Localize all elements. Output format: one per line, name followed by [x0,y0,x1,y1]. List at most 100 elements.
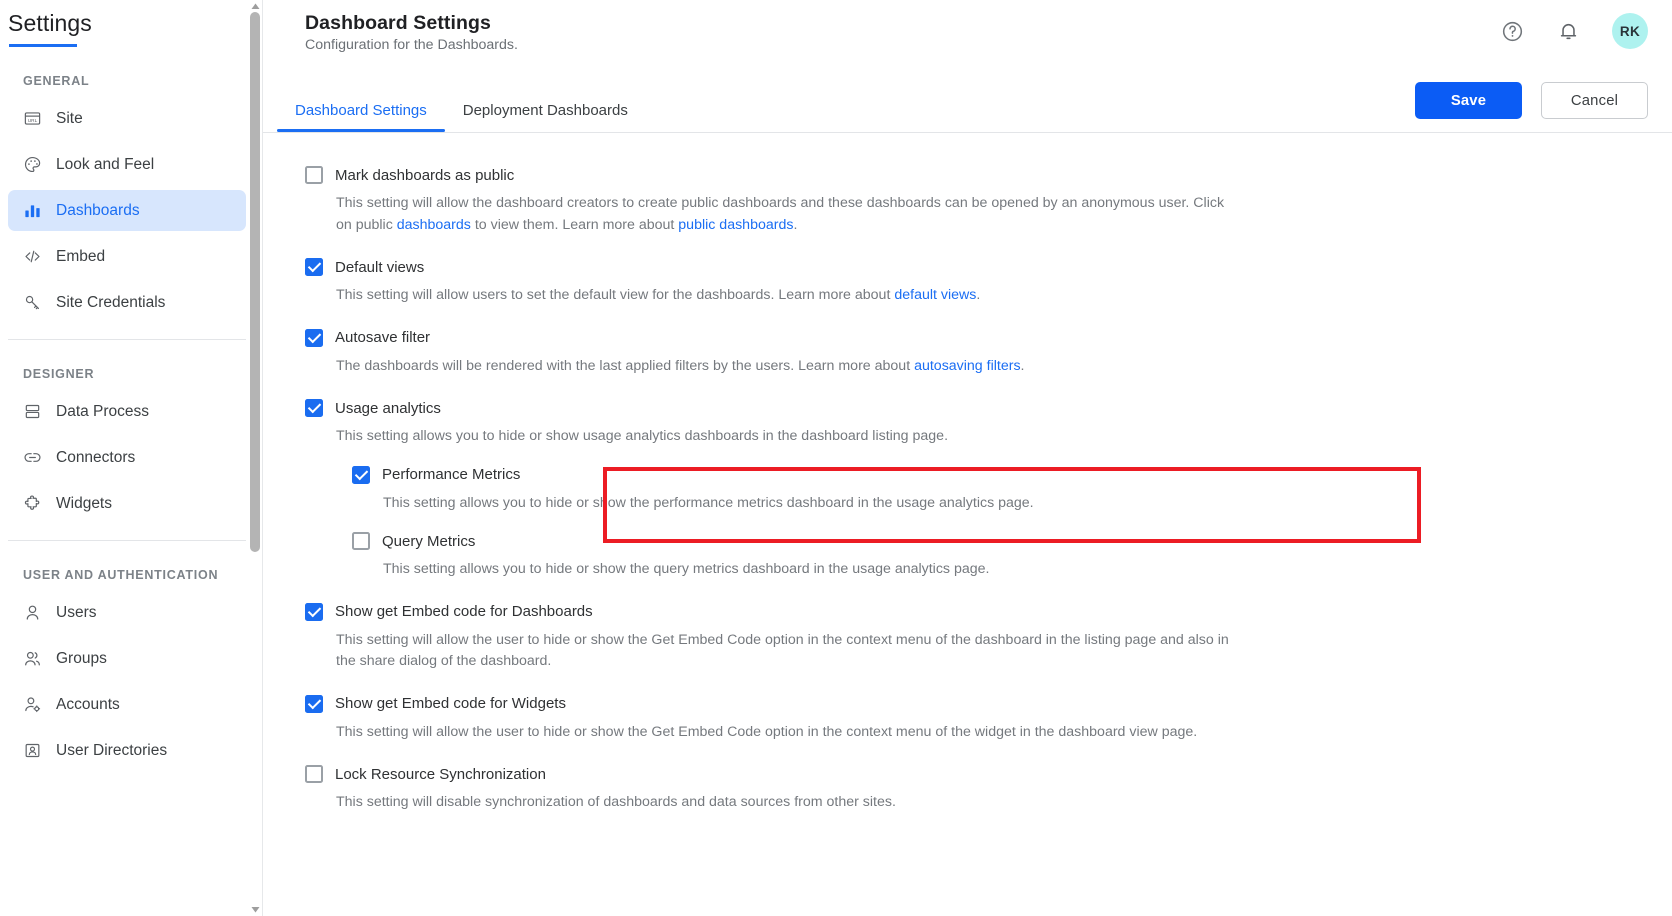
tab-dashboard-settings[interactable]: Dashboard Settings [277,102,445,132]
checkbox-show-get-embed-code-for-dashboards[interactable] [305,602,323,621]
link-icon [23,448,42,467]
page-header: Dashboard Settings Configuration for the… [263,0,1672,119]
sidebar-scrollbar-thumb[interactable] [250,12,260,552]
sidebar-item-accounts[interactable]: Accounts [8,684,246,725]
tab-bar: Dashboard Settings Deployment Dashboards [277,102,1672,132]
setting-description: This setting allows you to hide or show … [383,493,1283,515]
checkbox-performance-metrics[interactable] [352,465,370,484]
users-group-icon [23,649,42,668]
setting-row: Query Metrics [352,532,1672,550]
sidebar-item-label: Groups [56,649,107,667]
sidebar-item-label: Users [56,603,97,621]
sidebar-item-label: Accounts [56,695,120,713]
setting-description-text: This setting will allow the user to hide… [336,723,1198,740]
setting-row: Lock Resource Synchronization [305,765,1672,783]
palette-icon [23,155,42,174]
checkbox-mark-dashboards-as-public[interactable] [305,166,323,184]
bell-icon[interactable] [1556,19,1580,43]
sidebar-item-site-credentials[interactable]: Site Credentials [8,282,246,323]
checkbox-usage-analytics[interactable] [305,399,323,417]
setting-label: Show get Embed code for Dashboards [335,603,593,620]
setting-description-text: . [793,216,798,233]
checkbox-default-views[interactable] [305,258,323,276]
url-window-icon: URL [23,109,42,128]
setting-lock-resource-synchronization: Lock Resource Synchronization This settin… [263,765,1672,814]
setting-autosave-filter: Autosave filter The dashboards will be re… [263,328,1672,378]
setting-label: Usage analytics [335,399,441,417]
settings-list: Mark dashboards as public This setting wi… [263,133,1672,814]
scroll-up-arrow-icon[interactable] [250,2,261,11]
main-content: Dashboard Settings Configuration for the… [263,0,1672,916]
puzzle-icon [23,494,42,513]
sidebar-item-widgets[interactable]: Widgets [8,483,246,524]
setting-description-link[interactable]: default views [894,287,976,303]
setting-description-link[interactable]: autosaving filters [914,358,1020,374]
sidebar-item-label: Data Process [56,402,150,420]
sidebar-item-label: Site Credentials [56,293,166,311]
sidebar-section-label: GENERAL [23,74,90,88]
sidebar-item-label: Connectors [56,448,136,466]
setting-mark-dashboards-as-public: Mark dashboards as public This setting wi… [263,166,1672,236]
setting-description-link[interactable]: dashboards [397,217,471,233]
setting-default-views: Default views This setting will allow use… [263,258,1672,307]
setting-row: Usage analytics [305,399,1672,417]
sidebar-item-label: Widgets [56,494,112,512]
sidebar-scrollbar[interactable] [248,0,263,916]
setting-show-get-embed-code-for-widgets: Show get Embed code for Widgets This sett… [263,694,1672,744]
setting-description: The dashboards will be rendered with the… [336,356,1236,378]
sidebar-item-label: User Directories [56,741,168,759]
setting-row: Show get Embed code for Dashboards [305,602,1672,621]
avatar[interactable]: RK [1612,13,1648,49]
setting-description: This setting will allow the user to hide… [336,722,1236,744]
sidebar-item-site[interactable]: URL Site [8,98,246,139]
sidebar-item-groups[interactable]: Groups [8,638,246,679]
checkbox-lock-resource-synchronization[interactable] [305,765,323,783]
setting-label: Show get Embed code for Widgets [335,695,566,712]
page-title: Dashboard Settings [305,12,491,34]
sidebar-item-users[interactable]: Users [8,592,246,633]
setting-row: Mark dashboards as public [305,166,1672,184]
key-icon [23,293,42,312]
sidebar-item-user-directories[interactable]: User Directories [8,730,246,771]
sidebar-section-divider [8,339,246,340]
sidebar-title-underline [9,44,77,47]
sidebar-item-label: Site [56,109,83,127]
setting-label: Autosave filter [335,329,431,346]
setting-description: This setting will allow users to set the… [336,285,1236,307]
sidebar-title: Settings [8,10,92,36]
setting-usage-analytics: Usage analytics This setting allows you t… [263,399,1672,581]
setting-description-text: This setting will disable synchronizatio… [336,794,896,810]
sidebar-nav: GENERAL URL Site Look and Feel Dashboards Emb… [0,74,263,771]
sidebar-item-dashboards[interactable]: Dashboards [8,190,246,231]
setting-query-metrics: Query Metrics This setting allows you to … [310,532,1672,581]
stacked-rows-icon [23,402,42,421]
help-circle-icon[interactable] [1500,19,1524,43]
setting-row: Show get Embed code for Widgets [305,694,1672,713]
checkbox-show-get-embed-code-for-widgets[interactable] [305,694,323,713]
sidebar-section-label: DESIGNER [23,367,95,381]
id-card-icon [23,741,42,760]
setting-label: Default views [335,258,425,276]
sidebar-item-connectors[interactable]: Connectors [8,437,246,478]
checkbox-autosave-filter[interactable] [305,328,323,347]
setting-label: Performance Metrics [382,466,521,483]
checkbox-query-metrics[interactable] [352,532,370,550]
settings-app: Settings GENERAL URL Site Look and Feel Dash… [0,0,1672,916]
setting-label: Lock Resource Synchronization [335,765,546,783]
sidebar-item-label: Look and Feel [56,155,155,173]
setting-description-text: The dashboards will be rendered with the… [336,357,915,374]
user-gear-icon [23,695,42,714]
setting-performance-metrics: Performance Metrics This setting allows y… [310,465,1672,515]
sidebar-item-data-process[interactable]: Data Process [8,391,246,432]
scroll-down-arrow-icon[interactable] [250,905,261,914]
sidebar-item-embed[interactable]: Embed [8,236,246,277]
setting-description-link[interactable]: public dashboards [678,217,793,233]
setting-description-text: . [976,287,981,303]
setting-row: Default views [305,258,1672,276]
setting-description-text: to view them. Learn more about [470,216,679,233]
setting-description: This setting will disable synchronizatio… [336,792,1236,814]
setting-description: This setting allows you to hide or show … [383,559,1283,581]
sidebar-item-look-and-feel[interactable]: Look and Feel [8,144,246,185]
setting-description-text: This setting allows you to hide or show … [383,494,1034,511]
tab-deployment-dashboards[interactable]: Deployment Dashboards [445,102,646,132]
